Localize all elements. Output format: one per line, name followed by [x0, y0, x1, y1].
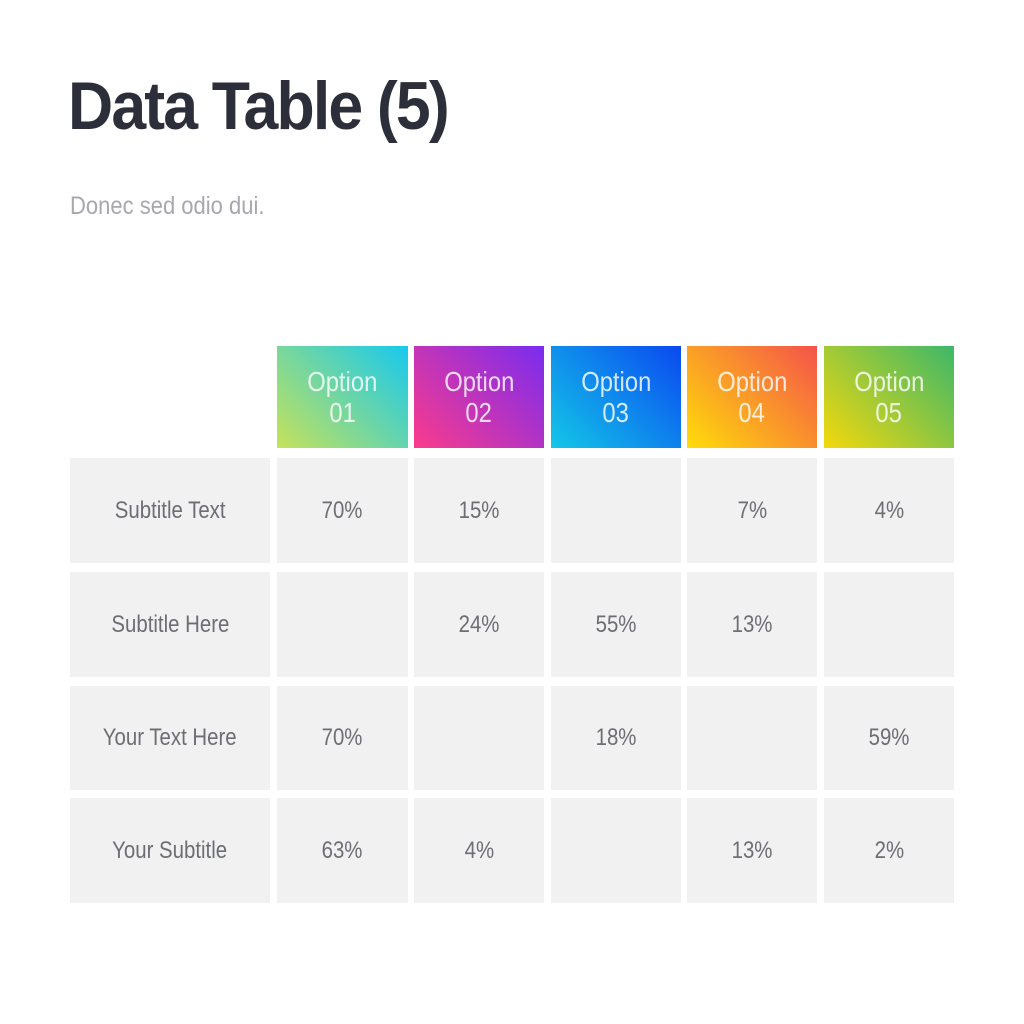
row-label: Your Subtitle	[70, 798, 270, 903]
column-header-line1: Option	[716, 366, 788, 397]
cell-value: 7%	[737, 496, 767, 524]
column-header-option-02: Option 02	[414, 346, 544, 448]
cell-value: 24%	[458, 610, 500, 638]
page-title: Data Table (5)	[68, 68, 450, 144]
column-header-line2: 01	[329, 397, 356, 428]
table-cell: 2%	[824, 798, 954, 903]
cell-value: 70%	[322, 496, 363, 524]
table-cell	[414, 686, 544, 790]
column-header-line1: Option	[307, 366, 378, 397]
cell-value: 2%	[874, 836, 904, 864]
table-cell	[687, 686, 817, 790]
cell-value: 18%	[595, 724, 637, 751]
page-subtitle: Donec sed odio dui.	[70, 192, 265, 220]
table-cell: 15%	[414, 458, 544, 563]
table-cell: 55%	[551, 572, 681, 677]
column-header-line2: 02	[465, 397, 493, 428]
column-header-line2: 03	[602, 397, 630, 428]
row-label: Subtitle Text	[70, 458, 270, 563]
cell-value: 13%	[731, 836, 773, 864]
column-header-line2: 05	[875, 397, 903, 428]
column-header-option-03: Option 03	[551, 346, 681, 448]
column-header-line1: Option	[853, 366, 925, 397]
table-cell	[551, 458, 681, 563]
table-cell: 4%	[824, 458, 954, 563]
cell-value: 4%	[874, 496, 904, 524]
column-header-option-04: Option 04	[687, 346, 817, 448]
cell-value: 13%	[731, 610, 773, 638]
row-label-text: Subtitle Text	[114, 496, 226, 524]
table-cell: 70%	[277, 686, 408, 790]
table-cell: 18%	[551, 686, 681, 790]
table-cell: 70%	[277, 458, 408, 563]
column-header-option-05: Option 05	[824, 346, 954, 448]
table-cell	[277, 572, 408, 677]
table-cell: 24%	[414, 572, 544, 677]
table-cell	[824, 572, 954, 677]
column-header-line2: 04	[738, 397, 766, 428]
table-cell: 4%	[414, 798, 544, 903]
table-cell: 59%	[824, 686, 954, 790]
row-label: Subtitle Here	[70, 572, 270, 677]
table-cell: 13%	[687, 572, 817, 677]
column-header-line1: Option	[580, 366, 652, 397]
cell-value: 15%	[458, 496, 500, 524]
table-cell: 63%	[277, 798, 408, 903]
cell-value: 55%	[595, 610, 637, 638]
table-cell: 7%	[687, 458, 817, 563]
cell-value: 59%	[868, 724, 910, 751]
row-label: Your Text Here	[70, 686, 270, 790]
column-header-line1: Option	[443, 366, 515, 397]
cell-value: 4%	[464, 836, 494, 864]
table-cell	[551, 798, 681, 903]
cell-value: 70%	[322, 724, 363, 751]
table-cell: 13%	[687, 798, 817, 903]
row-label-text: Your Text Here	[103, 724, 237, 751]
row-label-text: Subtitle Here	[111, 610, 229, 638]
row-label-text: Your Subtitle	[112, 836, 228, 864]
column-header-option-01: Option 01	[277, 346, 408, 448]
cell-value: 63%	[322, 836, 363, 864]
